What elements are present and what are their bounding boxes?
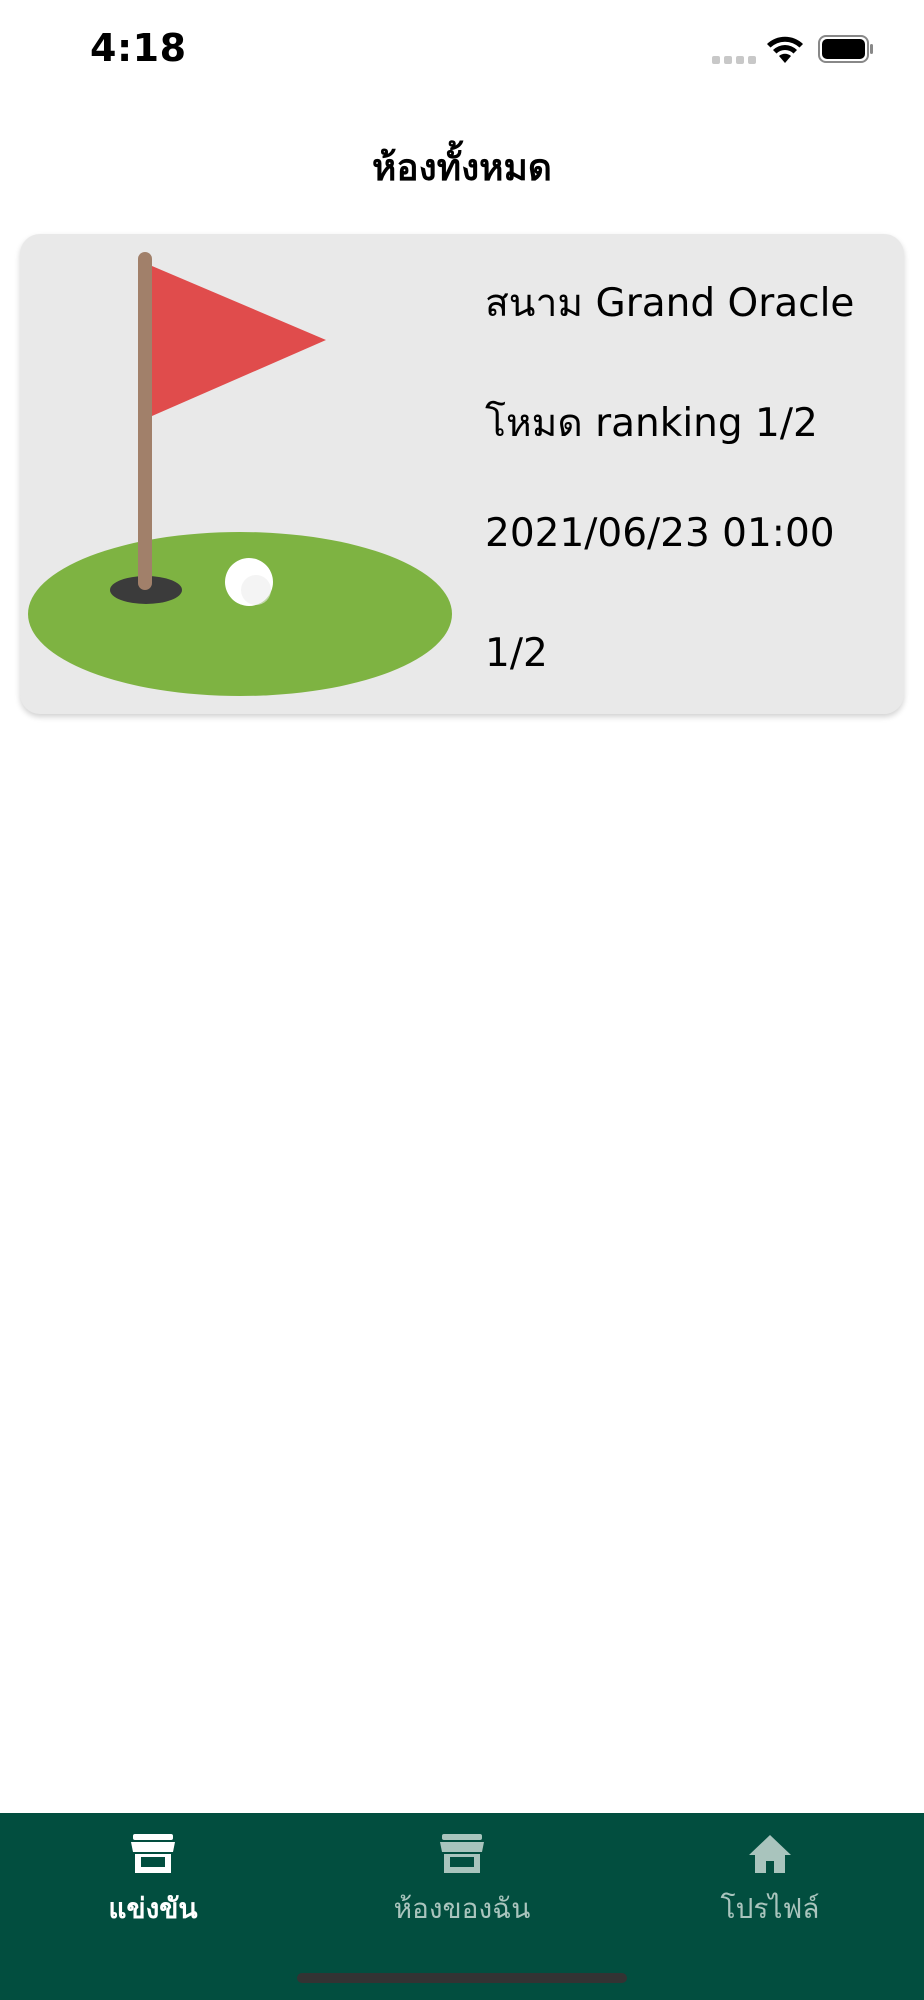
home-indicator (297, 1973, 627, 1983)
status-bar: 4:18 (0, 0, 924, 100)
room-players: 1/2 (485, 631, 548, 676)
store-icon (440, 1834, 484, 1873)
status-time: 4:18 (90, 26, 187, 70)
wifi-icon (767, 36, 803, 63)
tab-label-my-rooms: ห้องของฉัน (393, 1892, 531, 1925)
tab-my-rooms[interactable]: ห้องของฉัน (332, 1833, 592, 1943)
tab-bar: แข่งขัน ห้องของฉัน โปรไฟล์ (0, 1813, 924, 2000)
tab-compete[interactable]: แข่งขัน (23, 1833, 283, 1943)
room-course: สนาม Grand Oracle (485, 281, 855, 326)
room-card[interactable]: สนาม Grand Oracle โหมด ranking 1/2 2021/… (20, 234, 904, 714)
tab-profile[interactable]: โปรไฟล์ (640, 1833, 900, 1943)
page-title: ห้องทั้งหมด (372, 146, 552, 189)
golf-flag-icon (28, 252, 452, 696)
home-icon (749, 1835, 791, 1873)
tab-label-compete: แข่งขัน (108, 1892, 198, 1925)
cellular-signal-icon (712, 56, 756, 64)
room-datetime: 2021/06/23 01:00 (485, 511, 835, 556)
battery-icon (818, 35, 873, 63)
tab-label-profile: โปรไฟล์ (720, 1892, 820, 1925)
store-icon (131, 1834, 175, 1873)
room-mode: โหมด ranking 1/2 (485, 401, 818, 446)
